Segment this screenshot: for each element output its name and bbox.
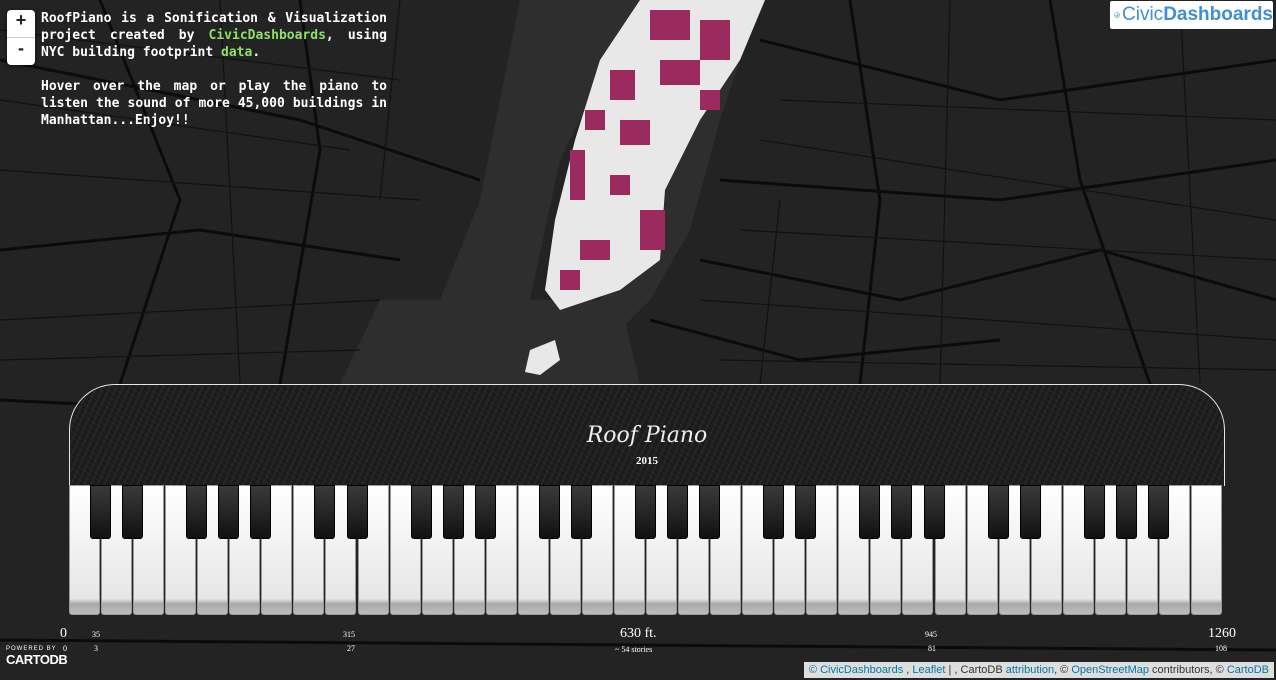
piano-black-key[interactable] — [667, 485, 689, 539]
map-attribution: © CivicDashboards , Leaflet | , CartoDB … — [803, 662, 1274, 678]
piano-black-key[interactable] — [795, 485, 817, 539]
piano-black-key[interactable] — [90, 485, 112, 539]
attr-attribution-link[interactable]: attribution — [1006, 664, 1054, 676]
piano-title: Roof Piano — [586, 423, 708, 448]
civicdashboards-logo-icon — [1114, 12, 1120, 18]
piano-keyboard — [69, 485, 1223, 617]
logo-civic: Civic — [1122, 4, 1164, 25]
piano-black-key[interactable] — [538, 485, 560, 539]
piano-black-key[interactable] — [570, 485, 592, 539]
piano-black-key[interactable] — [987, 485, 1009, 539]
intro-paragraph-1: RoofPiano is a Sonification & Visualizat… — [41, 11, 387, 60]
attr-cartodb-link[interactable]: CartoDB — [1227, 664, 1269, 676]
scale-stories-54: ~ 54 stories — [615, 645, 653, 654]
piano-black-key[interactable] — [1147, 485, 1169, 539]
attr-osm-link[interactable]: OpenStreetMap — [1071, 664, 1149, 676]
scale-label-0: 0 — [60, 626, 67, 641]
civicdashboards-link[interactable]: CivicDashboards — [209, 28, 326, 43]
piano-black-key[interactable] — [859, 485, 881, 539]
piano-black-key[interactable] — [635, 485, 656, 539]
scale-label-1260: 1260 — [1208, 626, 1236, 641]
intro-text: RoofPiano is a Sonification & Visualizat… — [41, 10, 387, 146]
scale-stories-27: 27 — [347, 644, 355, 653]
scale-stories-108: 108 — [1215, 644, 1227, 653]
logo-dashboards: Dashboards — [1163, 4, 1273, 25]
scale-stories-81: 81 — [928, 644, 936, 653]
piano-black-key[interactable] — [763, 485, 785, 539]
piano-black-key[interactable] — [1083, 485, 1105, 539]
attr-civicdashboards-link[interactable]: © CivicDashboards — [809, 664, 903, 676]
piano-black-key[interactable] — [891, 485, 913, 539]
data-link[interactable]: data — [221, 45, 252, 60]
zoom-out-button[interactable]: - — [7, 37, 35, 65]
scale-stories-3: 3 — [94, 644, 98, 653]
scale-label-945: 945 — [925, 630, 937, 639]
piano-black-key[interactable] — [1115, 485, 1137, 539]
intro-paragraph-2: Hover over the map or play the piano to … — [41, 79, 387, 128]
piano-black-key[interactable] — [314, 485, 336, 539]
piano-black-key[interactable] — [699, 485, 721, 539]
zoom-in-button[interactable]: + — [7, 10, 35, 37]
piano-black-key[interactable] — [218, 485, 240, 539]
piano-header: Roof Piano 2015 — [69, 384, 1225, 486]
zoom-control: + - — [7, 10, 35, 65]
attr-leaflet-link[interactable]: Leaflet — [912, 664, 945, 676]
piano-black-key[interactable] — [250, 485, 272, 539]
piano-black-key[interactable] — [923, 485, 945, 539]
piano-black-key[interactable] — [442, 485, 464, 539]
civicdashboards-logo[interactable]: Civic Dashboards — [1110, 1, 1273, 29]
piano-black-key[interactable] — [186, 485, 208, 539]
scale-label-35: 35 — [92, 630, 100, 639]
scale-label-630: 630 ft. — [620, 626, 657, 641]
piano-black-key[interactable] — [1019, 485, 1041, 539]
cartodb-logo: CARTODB — [6, 652, 68, 667]
piano-white-key[interactable] — [1190, 485, 1222, 615]
scale-label-315: 315 — [343, 630, 355, 639]
piano-year: 2015 — [636, 455, 658, 467]
piano-black-key[interactable] — [346, 485, 368, 539]
piano-black-key[interactable] — [122, 485, 144, 539]
harbor — [340, 300, 640, 384]
piano-black-key[interactable] — [474, 485, 496, 539]
cartodb-branding[interactable]: POWERED BY CARTODB — [6, 646, 68, 667]
piano-black-key[interactable] — [410, 485, 432, 539]
